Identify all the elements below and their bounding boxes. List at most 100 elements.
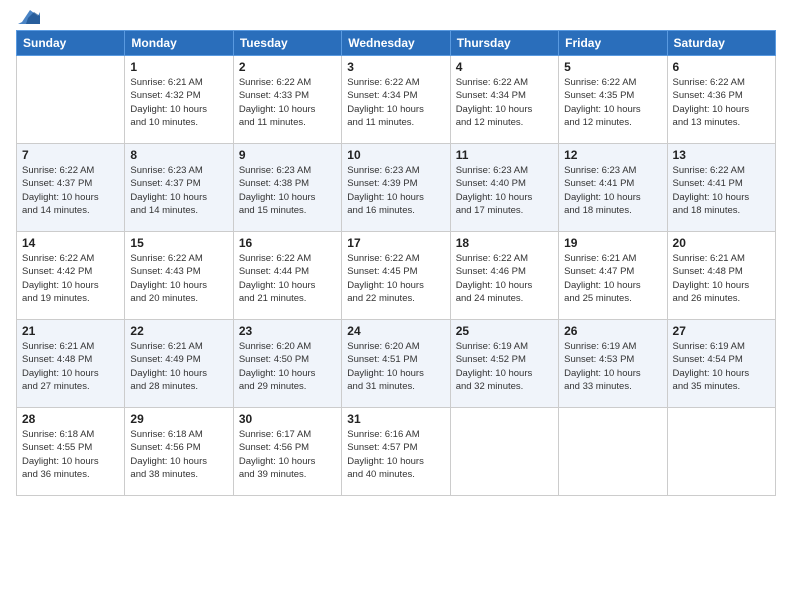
weekday-header-tuesday: Tuesday [233, 31, 341, 56]
weekday-header-saturday: Saturday [667, 31, 775, 56]
day-info: Sunrise: 6:23 AM Sunset: 4:39 PM Dayligh… [347, 164, 444, 217]
day-info: Sunrise: 6:22 AM Sunset: 4:43 PM Dayligh… [130, 252, 227, 305]
day-info: Sunrise: 6:22 AM Sunset: 4:34 PM Dayligh… [347, 76, 444, 129]
calendar-cell: 22 Sunrise: 6:21 AM Sunset: 4:49 PM Dayli… [125, 320, 233, 408]
calendar-cell: 10 Sunrise: 6:23 AM Sunset: 4:39 PM Dayli… [342, 144, 450, 232]
day-info: Sunrise: 6:21 AM Sunset: 4:47 PM Dayligh… [564, 252, 661, 305]
calendar-cell [17, 56, 125, 144]
calendar-cell: 11 Sunrise: 6:23 AM Sunset: 4:40 PM Dayli… [450, 144, 558, 232]
calendar-cell: 2Sunrise: 6:22 AM Sunset: 4:33 PM Daylig… [233, 56, 341, 144]
day-number: 17 [347, 236, 444, 250]
calendar-cell: 31Sunrise: 6:16 AM Sunset: 4:57 PM Dayli… [342, 408, 450, 496]
calendar-cell: 8 Sunrise: 6:23 AM Sunset: 4:37 PM Daylig… [125, 144, 233, 232]
calendar-header-row: SundayMondayTuesdayWednesdayThursdayFrid… [17, 31, 776, 56]
calendar-cell: 29Sunrise: 6:18 AM Sunset: 4:56 PM Dayli… [125, 408, 233, 496]
day-info: Sunrise: 6:22 AM Sunset: 4:41 PM Dayligh… [673, 164, 770, 217]
calendar-cell: 26Sunrise: 6:19 AM Sunset: 4:53 PM Dayli… [559, 320, 667, 408]
day-number: 26 [564, 324, 661, 338]
day-number: 20 [673, 236, 770, 250]
day-info: Sunrise: 6:22 AM Sunset: 4:44 PM Dayligh… [239, 252, 336, 305]
calendar-cell: 17 Sunrise: 6:22 AM Sunset: 4:45 PM Dayli… [342, 232, 450, 320]
calendar-cell [450, 408, 558, 496]
day-info: Sunrise: 6:18 AM Sunset: 4:55 PM Dayligh… [22, 428, 119, 481]
day-number: 6 [673, 60, 770, 74]
day-info: Sunrise: 6:21 AM Sunset: 4:48 PM Dayligh… [673, 252, 770, 305]
day-info: Sunrise: 6:22 AM Sunset: 4:34 PM Dayligh… [456, 76, 553, 129]
weekday-header-wednesday: Wednesday [342, 31, 450, 56]
page: SundayMondayTuesdayWednesdayThursdayFrid… [0, 0, 792, 612]
day-number: 4 [456, 60, 553, 74]
day-info: Sunrise: 6:21 AM Sunset: 4:32 PM Dayligh… [130, 76, 227, 129]
day-number: 11 [456, 148, 553, 162]
logo [16, 10, 40, 24]
day-number: 9 [239, 148, 336, 162]
day-number: 24 [347, 324, 444, 338]
logo-icon [18, 8, 40, 24]
calendar-cell: 20 Sunrise: 6:21 AM Sunset: 4:48 PM Dayli… [667, 232, 775, 320]
calendar-week-row: 28Sunrise: 6:18 AM Sunset: 4:55 PM Dayli… [17, 408, 776, 496]
day-info: Sunrise: 6:22 AM Sunset: 4:46 PM Dayligh… [456, 252, 553, 305]
day-info: Sunrise: 6:20 AM Sunset: 4:51 PM Dayligh… [347, 340, 444, 393]
day-info: Sunrise: 6:23 AM Sunset: 4:37 PM Dayligh… [130, 164, 227, 217]
day-number: 10 [347, 148, 444, 162]
calendar-cell: 7 Sunrise: 6:22 AM Sunset: 4:37 PM Daylig… [17, 144, 125, 232]
day-info: Sunrise: 6:21 AM Sunset: 4:49 PM Dayligh… [130, 340, 227, 393]
weekday-header-monday: Monday [125, 31, 233, 56]
day-info: Sunrise: 6:22 AM Sunset: 4:35 PM Dayligh… [564, 76, 661, 129]
day-info: Sunrise: 6:23 AM Sunset: 4:41 PM Dayligh… [564, 164, 661, 217]
day-number: 16 [239, 236, 336, 250]
day-number: 13 [673, 148, 770, 162]
weekday-header-thursday: Thursday [450, 31, 558, 56]
day-number: 25 [456, 324, 553, 338]
day-number: 29 [130, 412, 227, 426]
calendar-cell [559, 408, 667, 496]
day-number: 23 [239, 324, 336, 338]
day-number: 14 [22, 236, 119, 250]
day-info: Sunrise: 6:22 AM Sunset: 4:42 PM Dayligh… [22, 252, 119, 305]
calendar-cell: 25Sunrise: 6:19 AM Sunset: 4:52 PM Dayli… [450, 320, 558, 408]
calendar-week-row: 21Sunrise: 6:21 AM Sunset: 4:48 PM Dayli… [17, 320, 776, 408]
day-number: 15 [130, 236, 227, 250]
day-number: 8 [130, 148, 227, 162]
day-number: 30 [239, 412, 336, 426]
calendar-cell: 1 Sunrise: 6:21 AM Sunset: 4:32 PM Daylig… [125, 56, 233, 144]
calendar-cell: 28Sunrise: 6:18 AM Sunset: 4:55 PM Dayli… [17, 408, 125, 496]
day-number: 5 [564, 60, 661, 74]
header [16, 10, 776, 24]
calendar-cell: 13 Sunrise: 6:22 AM Sunset: 4:41 PM Dayli… [667, 144, 775, 232]
calendar-cell: 30 Sunrise: 6:17 AM Sunset: 4:56 PM Dayli… [233, 408, 341, 496]
calendar-cell: 6Sunrise: 6:22 AM Sunset: 4:36 PM Daylig… [667, 56, 775, 144]
calendar-cell: 9 Sunrise: 6:23 AM Sunset: 4:38 PM Daylig… [233, 144, 341, 232]
calendar-cell: 16 Sunrise: 6:22 AM Sunset: 4:44 PM Dayli… [233, 232, 341, 320]
day-number: 18 [456, 236, 553, 250]
weekday-header-friday: Friday [559, 31, 667, 56]
calendar-cell: 4 Sunrise: 6:22 AM Sunset: 4:34 PM Daylig… [450, 56, 558, 144]
calendar-table: SundayMondayTuesdayWednesdayThursdayFrid… [16, 30, 776, 496]
day-number: 12 [564, 148, 661, 162]
day-info: Sunrise: 6:21 AM Sunset: 4:48 PM Dayligh… [22, 340, 119, 393]
calendar-cell: 14 Sunrise: 6:22 AM Sunset: 4:42 PM Dayli… [17, 232, 125, 320]
calendar-cell: 24 Sunrise: 6:20 AM Sunset: 4:51 PM Dayli… [342, 320, 450, 408]
day-number: 27 [673, 324, 770, 338]
calendar-cell: 15 Sunrise: 6:22 AM Sunset: 4:43 PM Dayli… [125, 232, 233, 320]
day-number: 19 [564, 236, 661, 250]
day-number: 3 [347, 60, 444, 74]
day-number: 7 [22, 148, 119, 162]
day-info: Sunrise: 6:23 AM Sunset: 4:38 PM Dayligh… [239, 164, 336, 217]
calendar-cell: 5 Sunrise: 6:22 AM Sunset: 4:35 PM Daylig… [559, 56, 667, 144]
day-info: Sunrise: 6:17 AM Sunset: 4:56 PM Dayligh… [239, 428, 336, 481]
day-info: Sunrise: 6:22 AM Sunset: 4:45 PM Dayligh… [347, 252, 444, 305]
day-info: Sunrise: 6:20 AM Sunset: 4:50 PM Dayligh… [239, 340, 336, 393]
calendar-cell: 23 Sunrise: 6:20 AM Sunset: 4:50 PM Dayli… [233, 320, 341, 408]
day-number: 31 [347, 412, 444, 426]
day-info: Sunrise: 6:19 AM Sunset: 4:54 PM Dayligh… [673, 340, 770, 393]
day-number: 22 [130, 324, 227, 338]
day-info: Sunrise: 6:22 AM Sunset: 4:37 PM Dayligh… [22, 164, 119, 217]
calendar-cell: 18 Sunrise: 6:22 AM Sunset: 4:46 PM Dayli… [450, 232, 558, 320]
calendar-week-row: 7 Sunrise: 6:22 AM Sunset: 4:37 PM Daylig… [17, 144, 776, 232]
day-number: 1 [130, 60, 227, 74]
calendar-week-row: 1 Sunrise: 6:21 AM Sunset: 4:32 PM Daylig… [17, 56, 776, 144]
day-info: Sunrise: 6:23 AM Sunset: 4:40 PM Dayligh… [456, 164, 553, 217]
calendar-week-row: 14 Sunrise: 6:22 AM Sunset: 4:42 PM Dayli… [17, 232, 776, 320]
calendar-cell: 3 Sunrise: 6:22 AM Sunset: 4:34 PM Daylig… [342, 56, 450, 144]
